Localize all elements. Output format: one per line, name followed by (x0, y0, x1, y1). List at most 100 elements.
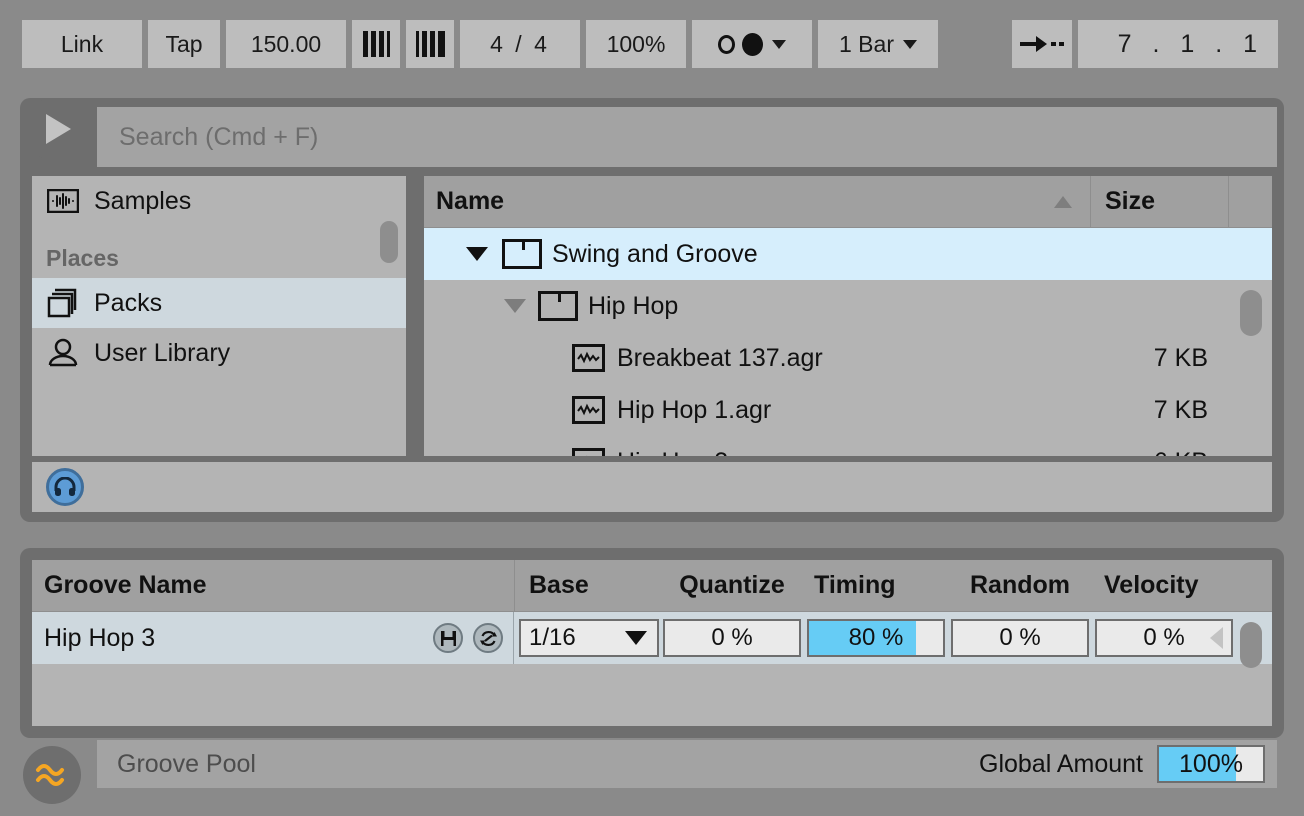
global-amount-label: Global Amount (979, 749, 1143, 778)
list-item-label: Breakbeat 137.agr (617, 343, 823, 372)
groove-pool-toggle-button[interactable] (23, 746, 81, 804)
list-item-size: 7 KB (1153, 395, 1208, 424)
chevron-down-icon (625, 631, 647, 645)
global-amount-field[interactable]: 100% (1157, 745, 1265, 783)
groove-pool-scrollbar-thumb[interactable] (1240, 622, 1262, 668)
folder-icon (538, 291, 578, 321)
sidebar-item-label: User Library (94, 338, 231, 367)
time-signature-field[interactable]: 4 / 4 (460, 20, 580, 68)
triangle-down-icon[interactable] (466, 247, 488, 261)
user-icon (46, 336, 80, 370)
column-header-random[interactable]: Random (948, 571, 1092, 600)
list-item-label: Swing and Groove (552, 239, 758, 268)
groove-pool-empty-area (32, 664, 1272, 726)
arrow-to-marker-icon (1020, 36, 1064, 52)
base-cell: 1/16 (514, 619, 660, 657)
headphones-icon (54, 477, 76, 496)
column-header-timing[interactable]: Timing (804, 571, 948, 600)
quantization-value: 1 Bar (839, 30, 894, 57)
groove-pool-table: Groove Name Base Quantize Timing Random … (32, 560, 1272, 726)
sidebar-item-samples[interactable]: Samples (32, 176, 406, 226)
play-icon (45, 114, 71, 144)
random-field[interactable]: 0 % (951, 619, 1089, 657)
timing-field[interactable]: 80 % (807, 619, 945, 657)
quantization-menu[interactable]: 1 Bar (818, 20, 938, 68)
status-strip: Groove Pool Global Amount 100% (97, 740, 1277, 788)
groove-quantize-button[interactable] (406, 20, 454, 68)
column-header-size[interactable]: Size (1090, 176, 1228, 227)
commit-loop-icon[interactable] (473, 623, 503, 653)
column-header-timing-label: Timing (814, 571, 896, 599)
list-item[interactable]: Hip Hop 2.agr 6 KB (424, 436, 1272, 456)
quantize-value: 0 % (711, 624, 753, 651)
column-header-size-label: Size (1105, 187, 1156, 215)
list-item-name: Breakbeat 137.agr (424, 344, 1090, 373)
sidebar-item-packs[interactable]: Packs (32, 278, 406, 328)
list-item[interactable]: Hip Hop (424, 280, 1272, 332)
quantize-cell: 0 % (660, 619, 804, 657)
record-quantization-button[interactable] (692, 20, 812, 68)
tempo-value: 150.00 (250, 30, 322, 57)
velocity-field[interactable]: 0 % (1095, 619, 1233, 657)
metronome-button[interactable] (352, 20, 400, 68)
packs-stack-icon (46, 286, 80, 320)
groove-wave-icon (36, 764, 64, 786)
preview-play-button[interactable] (23, 98, 85, 160)
playback-position-field[interactable]: 7 . 1 . 1 (1078, 20, 1278, 68)
sidebar-scrollbar-thumb[interactable] (380, 221, 398, 263)
quantize-field[interactable]: 0 % (663, 619, 801, 657)
waveform-icon (46, 184, 80, 218)
column-header-base[interactable]: Base (514, 560, 660, 611)
column-header-velocity-label: Velocity (1104, 571, 1199, 599)
search-input[interactable] (97, 107, 1277, 167)
preview-headphones-button[interactable] (46, 468, 84, 506)
groove-name-cell: Hip Hop 3 (32, 612, 514, 664)
browser-panel: Samples Places Packs (20, 98, 1284, 522)
column-header-quantize[interactable]: Quantize (660, 571, 804, 600)
record-circles-icon (718, 32, 763, 56)
velocity-cell: 0 % (1092, 619, 1236, 657)
base-value: 1/16 (529, 624, 576, 651)
file-list-header: Name Size (424, 176, 1272, 228)
list-item[interactable]: Swing and Groove (424, 228, 1272, 280)
column-header-base-label: Base (529, 571, 589, 599)
file-list: Name Size Swing and Groove Hip Hop Break… (424, 176, 1272, 456)
browser-preview-bar (32, 462, 1272, 512)
global-groove-amount-field[interactable]: 100% (586, 20, 686, 68)
table-row[interactable]: Hip Hop 3 1/16 0 % 80 % 0 % 0 % (32, 612, 1272, 664)
tap-label: Tap (165, 30, 203, 57)
random-value: 0 % (999, 624, 1041, 651)
column-header-groove-name[interactable]: Groove Name (32, 571, 514, 600)
column-header-random-label: Random (970, 571, 1070, 599)
velocity-value: 0 % (1143, 624, 1185, 651)
global-groove-amount-value: 100% (606, 30, 666, 57)
list-item-name: Swing and Groove (424, 239, 1090, 269)
list-item[interactable]: Hip Hop 1.agr 7 KB (424, 384, 1272, 436)
tempo-field[interactable]: 150.00 (226, 20, 346, 68)
base-select[interactable]: 1/16 (519, 619, 659, 657)
list-item-size: 6 KB (1090, 448, 1228, 457)
browser-sidebar[interactable]: Samples Places Packs User Library (32, 176, 406, 456)
list-item-name: Hip Hop 1.agr (424, 396, 1090, 425)
tap-tempo-button[interactable]: Tap (148, 20, 220, 68)
list-item-label: Hip Hop 2.agr (617, 448, 771, 457)
list-item-name: Hip Hop 2.agr (424, 448, 1090, 457)
save-floppy-icon[interactable] (433, 623, 463, 653)
random-cell: 0 % (948, 619, 1092, 657)
column-header-name[interactable]: Name (424, 187, 1090, 216)
triangle-down-dim-icon[interactable] (504, 299, 526, 313)
list-item-label: Hip Hop (588, 291, 679, 320)
list-item-size: 7 KB (1153, 343, 1208, 372)
groove-bars-icon (415, 31, 445, 57)
list-item-label: Hip Hop 1.agr (617, 395, 772, 424)
link-button[interactable]: Link (22, 20, 142, 68)
chevron-down-icon (772, 39, 786, 49)
browser-body: Samples Places Packs User Library Name S… (32, 176, 1272, 456)
follow-button[interactable] (1012, 20, 1072, 68)
sidebar-item-user-library[interactable]: User Library (32, 328, 406, 378)
sort-ascending-icon (1054, 195, 1072, 208)
column-header-velocity[interactable]: Velocity (1092, 571, 1236, 600)
link-label: Link (60, 30, 104, 57)
list-item[interactable]: Breakbeat 137.agr 7 KB (424, 332, 1272, 384)
file-list-scrollbar-thumb[interactable] (1240, 290, 1262, 336)
